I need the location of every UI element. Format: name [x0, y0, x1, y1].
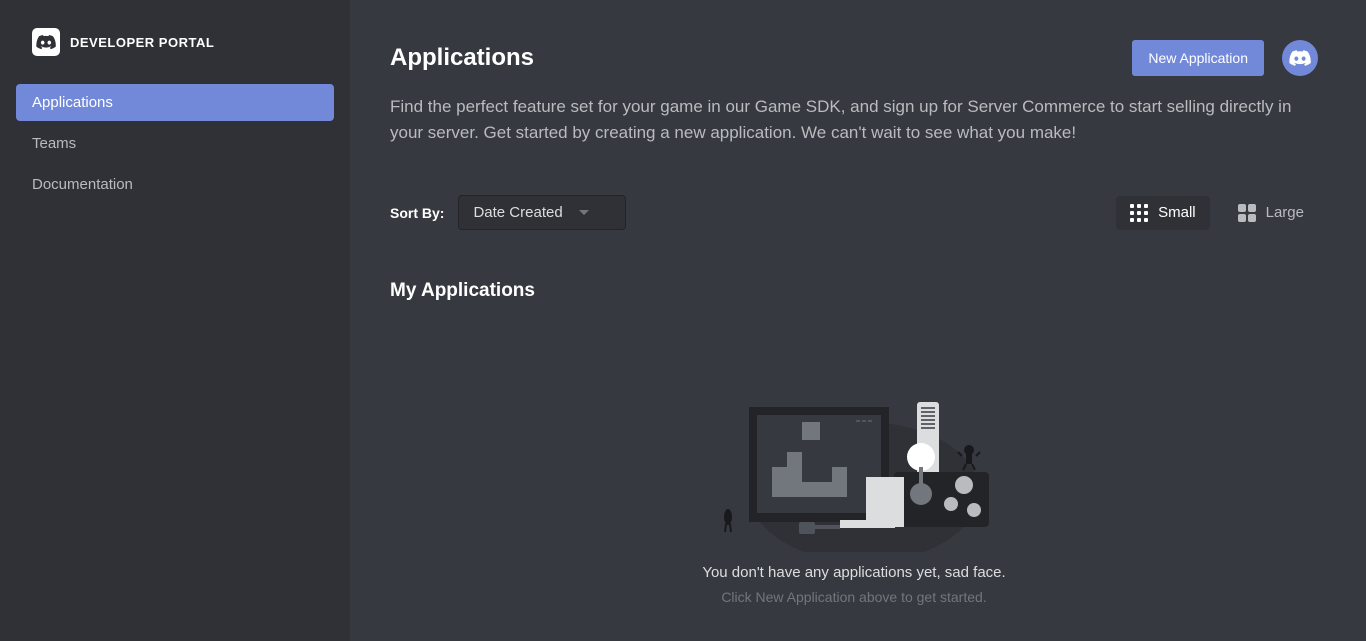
logo-row: DEVELOPER PORTAL	[0, 28, 350, 84]
page-title: Applications	[390, 44, 534, 72]
my-applications-title: My Applications	[390, 280, 1318, 302]
portal-title: DEVELOPER PORTAL	[70, 35, 214, 50]
sort-select[interactable]: Date Created	[458, 195, 626, 230]
sidebar-item-documentation[interactable]: Documentation	[16, 166, 334, 203]
header-actions: New Application	[1132, 40, 1318, 76]
sidebar-item-teams[interactable]: Teams	[16, 125, 334, 162]
new-application-button[interactable]: New Application	[1132, 40, 1264, 76]
view-large-label: Large	[1266, 204, 1304, 221]
empty-hint: Click New Application above to get start…	[721, 589, 986, 605]
sidebar-nav: Applications Teams Documentation	[0, 84, 350, 203]
sort-value: Date Created	[473, 204, 562, 221]
page-header: Applications New Application	[390, 40, 1318, 76]
empty-illustration	[714, 372, 994, 552]
discord-icon	[36, 35, 56, 49]
empty-message: You don't have any applications yet, sad…	[702, 564, 1005, 581]
view-small-toggle[interactable]: Small	[1116, 196, 1210, 230]
sort-group: Sort By: Date Created	[390, 195, 626, 230]
grid-small-icon	[1130, 204, 1148, 222]
view-toggles: Small Large	[1116, 196, 1318, 230]
controls-row: Sort By: Date Created Small Lar	[390, 195, 1318, 230]
main-content: Applications New Application Find the pe…	[350, 0, 1366, 641]
grid-large-icon	[1238, 204, 1256, 222]
discord-logo-icon	[32, 28, 60, 56]
page-description: Find the perfect feature set for your ga…	[390, 94, 1300, 145]
sort-label: Sort By:	[390, 205, 444, 221]
caret-down-icon	[579, 210, 589, 215]
view-small-label: Small	[1158, 204, 1196, 221]
empty-state: You don't have any applications yet, sad…	[390, 372, 1318, 605]
sidebar: DEVELOPER PORTAL Applications Teams Docu…	[0, 0, 350, 641]
avatar[interactable]	[1282, 40, 1318, 76]
discord-avatar-icon	[1289, 50, 1311, 66]
view-large-toggle[interactable]: Large	[1224, 196, 1318, 230]
sidebar-item-applications[interactable]: Applications	[16, 84, 334, 121]
